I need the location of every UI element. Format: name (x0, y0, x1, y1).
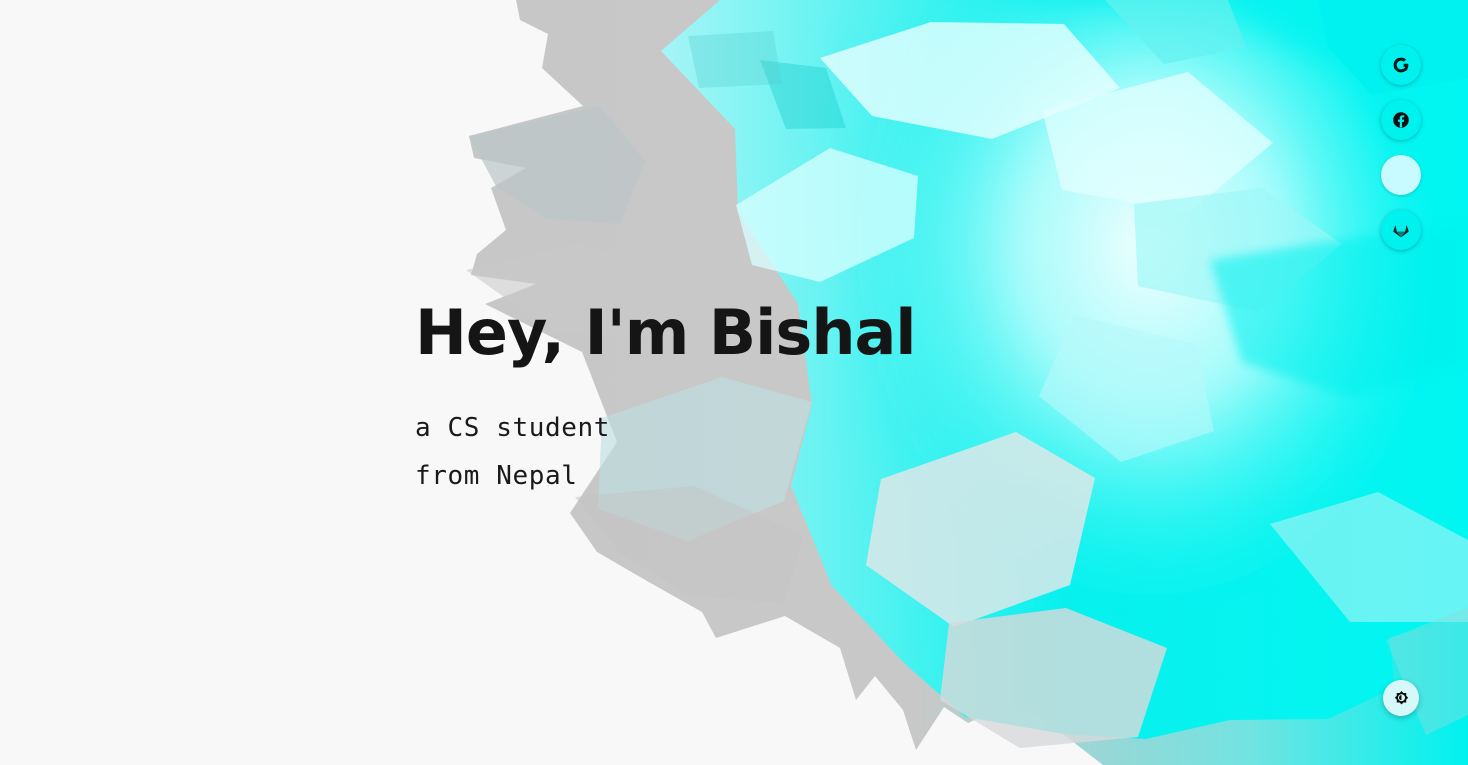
theme-toggle-button[interactable] (1383, 680, 1419, 716)
facebook-icon (1393, 112, 1409, 128)
hero-subtitle-line-cs-student: a CS student (415, 413, 611, 443)
hero-title: Hey, I'm Bishal (415, 296, 917, 369)
google-link-button[interactable] (1381, 45, 1421, 85)
hero-subtitle-line-location: from Nepal (415, 461, 578, 491)
hero-subtitle: a CS student from Nepal (415, 404, 916, 500)
gitlab-icon (1393, 225, 1409, 238)
social-links (1381, 45, 1421, 265)
hero-section: Hey, I'm Bishal a CS student from Nepal (415, 292, 917, 500)
social-link-button-light[interactable] (1381, 155, 1421, 195)
theme-toggle-icon (1394, 690, 1408, 704)
facebook-link-button[interactable] (1381, 100, 1421, 140)
gitlab-link-button[interactable] (1381, 210, 1421, 250)
google-icon (1393, 57, 1409, 73)
portfolio-page: Hey, I'm Bishal a CS student from Nepal (0, 0, 1468, 765)
